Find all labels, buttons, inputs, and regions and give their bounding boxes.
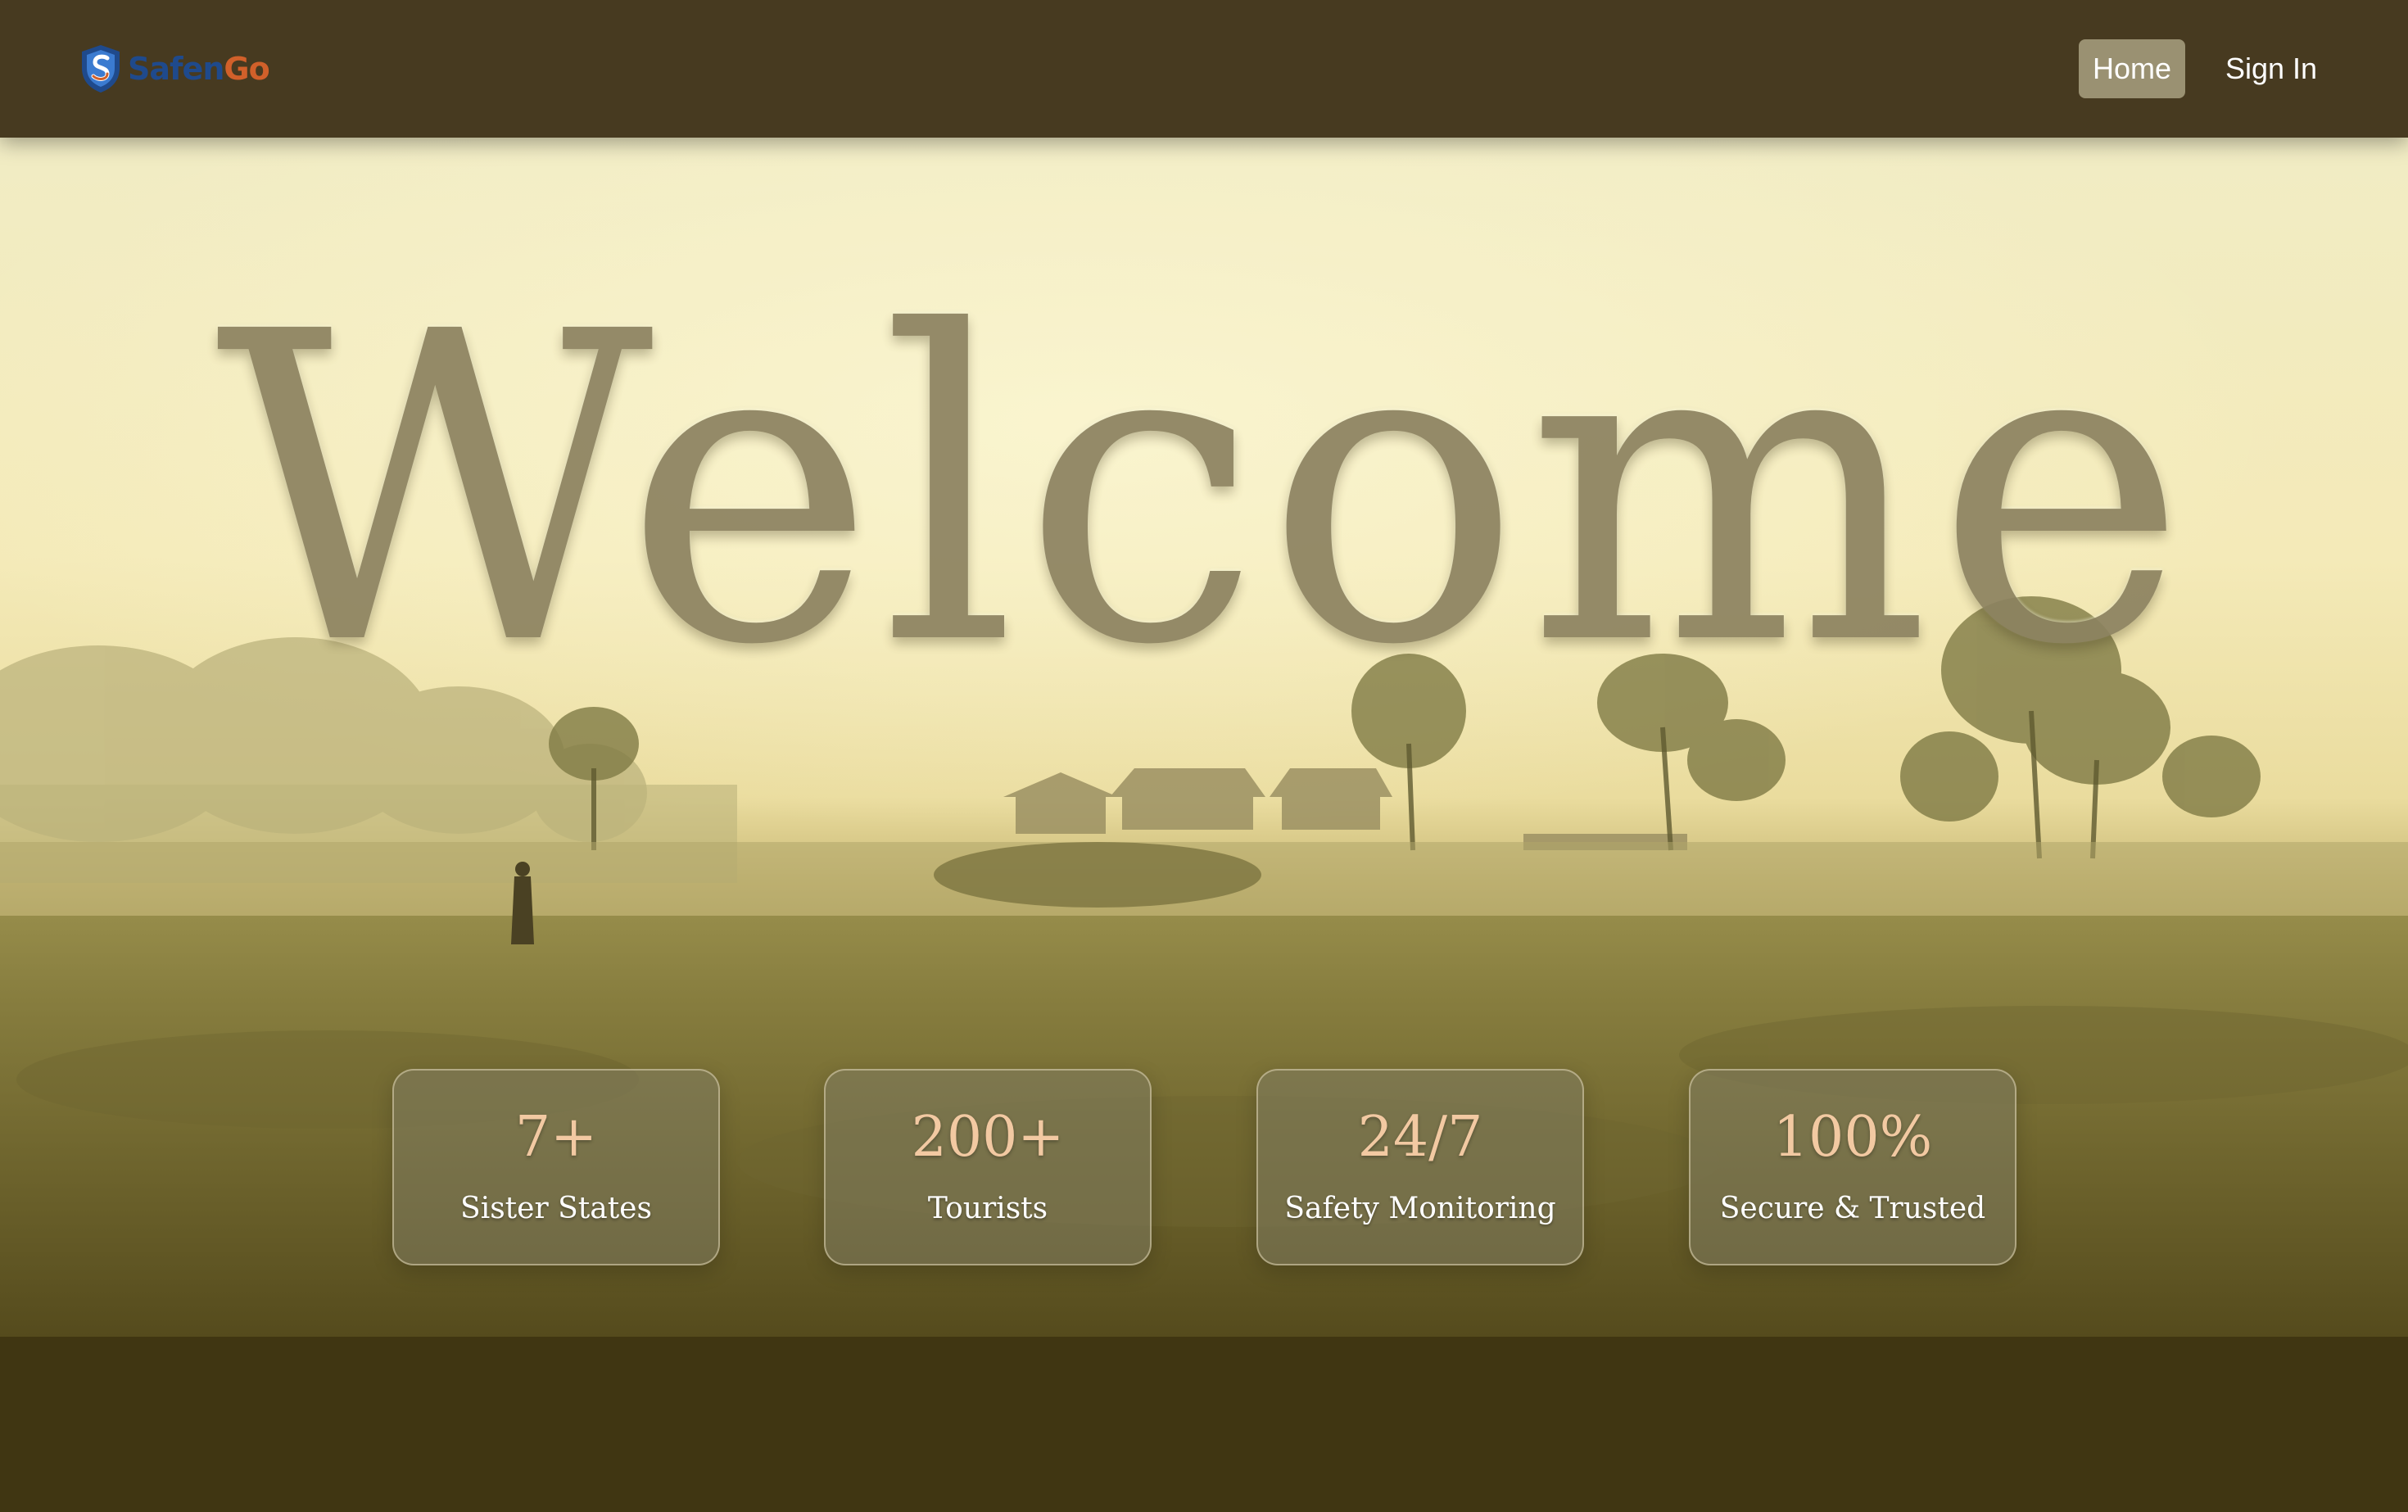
top-navbar: SafenGo Home Sign In: [0, 0, 2408, 138]
stat-label: Tourists: [927, 1192, 1048, 1225]
stat-card-states: 7+ Sister States: [392, 1069, 720, 1265]
stat-value: 200+: [911, 1105, 1065, 1170]
shield-s-icon: [82, 45, 120, 93]
stat-value: 100%: [1772, 1105, 1933, 1170]
brand-name-part2: Go: [224, 51, 269, 87]
stat-label: Safety Monitoring: [1284, 1192, 1556, 1225]
nav-sign-in-link[interactable]: Sign In: [2211, 39, 2331, 98]
stat-card-monitoring: 24/7 Safety Monitoring: [1256, 1069, 1584, 1265]
stat-card-secure: 100% Secure & Trusted: [1689, 1069, 2016, 1265]
hero-section: Welcome 7+ Sister States 200+ Tourists 2…: [0, 138, 2408, 1337]
nav-home-link[interactable]: Home: [2079, 39, 2185, 98]
stat-value: 24/7: [1357, 1105, 1483, 1170]
brand-name-part1: Safen: [128, 51, 224, 87]
stat-value: 7+: [514, 1105, 598, 1170]
brand-name: SafenGo: [128, 51, 270, 87]
brand-logo[interactable]: SafenGo: [79, 43, 270, 95]
stat-label: Sister States: [460, 1192, 652, 1225]
stat-card-tourists: 200+ Tourists: [824, 1069, 1152, 1265]
welcome-heading: Welcome: [215, 242, 2193, 738]
footer-band: [0, 1337, 2408, 1512]
stat-label: Secure & Trusted: [1719, 1192, 1986, 1225]
